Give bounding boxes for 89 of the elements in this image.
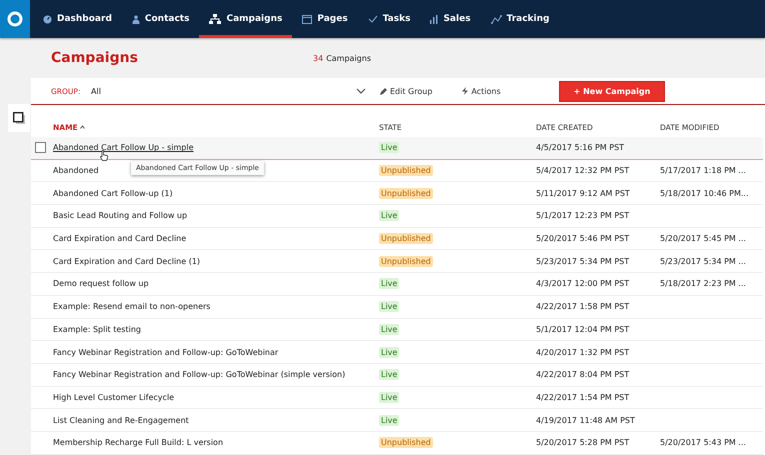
state-badge: Live — [379, 142, 400, 154]
date-created: 5/11/2017 9:12 AM PST — [536, 188, 630, 198]
state-badge: Live — [379, 324, 400, 335]
campaign-name-link[interactable]: List Cleaning and Re-Engagement — [53, 416, 189, 425]
date-modified: 5/20/2017 5:43 PM ... — [660, 438, 746, 448]
check-icon — [368, 15, 378, 23]
date-modified: 5/17/2017 1:18 PM ... — [660, 166, 746, 176]
nav-tab[interactable]: Dashboard — [33, 0, 122, 38]
hierarchy-icon — [209, 14, 222, 24]
date-created: 5/1/2017 12:04 PM PST — [536, 324, 630, 334]
campaign-name-link[interactable]: Abandoned — [53, 166, 99, 176]
date-created: 4/22/2017 8:04 PM PST — [536, 370, 630, 380]
campaign-name-link[interactable]: High Level Customer Lifecycle — [53, 392, 174, 402]
campaign-name-link[interactable]: Example: Split testing — [53, 324, 141, 334]
table-row[interactable]: Demo request follow up Live 4/3/2017 12:00 PM PST 5/18/2017 2:23 PM ... — [31, 273, 763, 296]
state-badge: Live — [379, 301, 400, 312]
date-modified: 5/20/2017 5:45 PM ... — [660, 234, 746, 244]
date-created: 4/22/2017 1:58 PM PST — [536, 302, 630, 312]
date-created: 5/20/2017 5:46 PM PST — [536, 234, 630, 244]
gauge-icon — [43, 14, 52, 24]
table-row[interactable]: Fancy Webinar Registration and Follow-up: GoToWebinar Live 4/20/2017 1:32 PM PST — [31, 341, 763, 364]
date-created: 5/1/2017 12:23 PM PST — [536, 211, 630, 220]
sort-up-icon — [80, 125, 85, 129]
date-created: 4/22/2017 1:54 PM PST — [536, 392, 630, 402]
date-modified: 5/23/2017 5:34 PM ... — [660, 256, 746, 266]
pencil-icon — [380, 88, 387, 94]
stacked-squares-icon — [12, 112, 26, 124]
page-title: Campaigns — [51, 50, 139, 66]
campaign-name-link[interactable]: Basic Lead Routing and Follow up — [53, 211, 188, 220]
date-created: 4/3/2017 12:00 PM PST — [536, 279, 630, 288]
state-badge: Unpublished — [379, 188, 433, 199]
logo-icon[interactable] — [0, 0, 30, 38]
state-badge: Live — [379, 392, 400, 403]
group-value[interactable]: All — [91, 86, 356, 96]
date-created: 4/19/2017 11:48 AM PST — [536, 416, 635, 425]
table-row[interactable]: High Level Customer Lifecycle Live 4/22/2017 1:54 PM PST — [31, 386, 763, 410]
route-icon — [490, 14, 502, 24]
campaign-name-link[interactable]: Demo request follow up — [53, 279, 149, 288]
nav-tab[interactable]: Sales — [420, 0, 481, 38]
state-badge: Unpublished — [379, 437, 433, 448]
row-checkbox[interactable] — [35, 142, 46, 154]
campaign-name-link[interactable]: Card Expiration and Card Decline (1) — [53, 256, 200, 266]
nav-tab[interactable]: Contacts — [122, 0, 200, 38]
lightning-icon — [462, 87, 468, 95]
campaign-name-link[interactable]: Fancy Webinar Registration and Follow-up: GoToWebinar (simple version) — [53, 370, 346, 380]
campaign-name-link[interactable]: Fancy Webinar Registration and Follow-up: GoToWebinar — [53, 348, 278, 357]
nav-tab[interactable]: Tasks — [358, 0, 420, 38]
table-row[interactable]: Fancy Webinar Registration and Follow-up: GoToWebinar (simple version) Live 4/22/2017 8:04 PM PST — [31, 364, 763, 387]
campaign-name-link[interactable]: Abandoned Cart Follow Up - simple — [53, 143, 194, 152]
state-badge: Unpublished — [379, 233, 433, 244]
count-label: Campaigns — [326, 54, 371, 62]
campaign-name-link[interactable]: Example: Resend email to non-openers — [53, 302, 210, 312]
state-badge: Live — [379, 210, 400, 222]
date-created: 4/5/2017 5:16 PM PST — [536, 143, 624, 152]
state-badge: Live — [379, 278, 400, 290]
state-badge: Unpublished — [379, 256, 433, 267]
date-created: 5/4/2017 12:32 PM PST — [536, 166, 630, 176]
campaign-count: 34 — [313, 54, 324, 62]
new-campaign-button[interactable]: + New Campaign — [558, 80, 666, 102]
date-created: 5/20/2017 5:28 PM PST — [536, 438, 630, 448]
state-badge: Live — [379, 369, 400, 380]
bar-chart-icon — [430, 14, 438, 24]
table-row[interactable]: Basic Lead Routing and Follow up Live 5/1/2017 12:23 PM PST — [31, 205, 763, 228]
date-modified: 5/18/2017 2:23 PM ... — [660, 279, 746, 288]
date-created: 5/23/2017 5:34 PM PST — [536, 256, 630, 266]
campaign-name-link[interactable]: Card Expiration and Card Decline — [53, 234, 186, 244]
state-badge: Unpublished — [379, 165, 433, 176]
window-icon — [302, 14, 312, 24]
edit-group-button[interactable]: Edit Group — [380, 86, 432, 96]
table-row[interactable]: Abandoned Cart Follow-up (1) Unpublished 5/11/2017 9:12 AM PST 5/18/2017 10:46 PM... — [31, 182, 763, 206]
table-row[interactable]: Example: Resend email to non-openers Live 4/22/2017 1:58 PM PST — [31, 296, 763, 318]
state-badge: Live — [379, 346, 400, 358]
chevron-down-icon[interactable] — [356, 88, 366, 94]
campaign-name-link[interactable]: Abandoned Cart Follow-up (1) — [53, 188, 173, 198]
table-row[interactable]: Card Expiration and Card Decline (1) Unpublished 5/23/2017 5:34 PM PST 5/23/2017 5:34 PM ... — [31, 250, 763, 274]
campaign-name-link[interactable]: Membership Recharge Full Build: L version — [53, 438, 224, 448]
state-badge: Live — [379, 414, 400, 426]
nav-tab[interactable]: Tracking — [480, 0, 560, 38]
table-row[interactable]: List Cleaning and Re-Engagement Live 4/19/2017 11:48 AM PST — [31, 409, 763, 432]
nav-tab[interactable]: Campaigns — [199, 0, 292, 38]
person-icon — [132, 14, 140, 24]
nav-tab[interactable]: Pages — [292, 0, 358, 38]
actions-button[interactable]: Actions — [462, 86, 501, 96]
table-row[interactable]: Card Expiration and Card Decline Unpublished 5/20/2017 5:46 PM PST 5/20/2017 5:45 PM ... — [31, 228, 763, 250]
date-modified: 5/18/2017 10:46 PM... — [660, 188, 749, 198]
layers-tab[interactable] — [8, 104, 30, 132]
table-row[interactable]: Example: Split testing Live 5/1/2017 12:04 PM PST — [31, 318, 763, 342]
date-created: 4/20/2017 1:32 PM PST — [536, 348, 630, 357]
table-row[interactable]: Membership Recharge Full Build: L version Unpublished 5/20/2017 5:28 PM PST 5/20/2017 5:43 PM ... — [31, 432, 763, 455]
